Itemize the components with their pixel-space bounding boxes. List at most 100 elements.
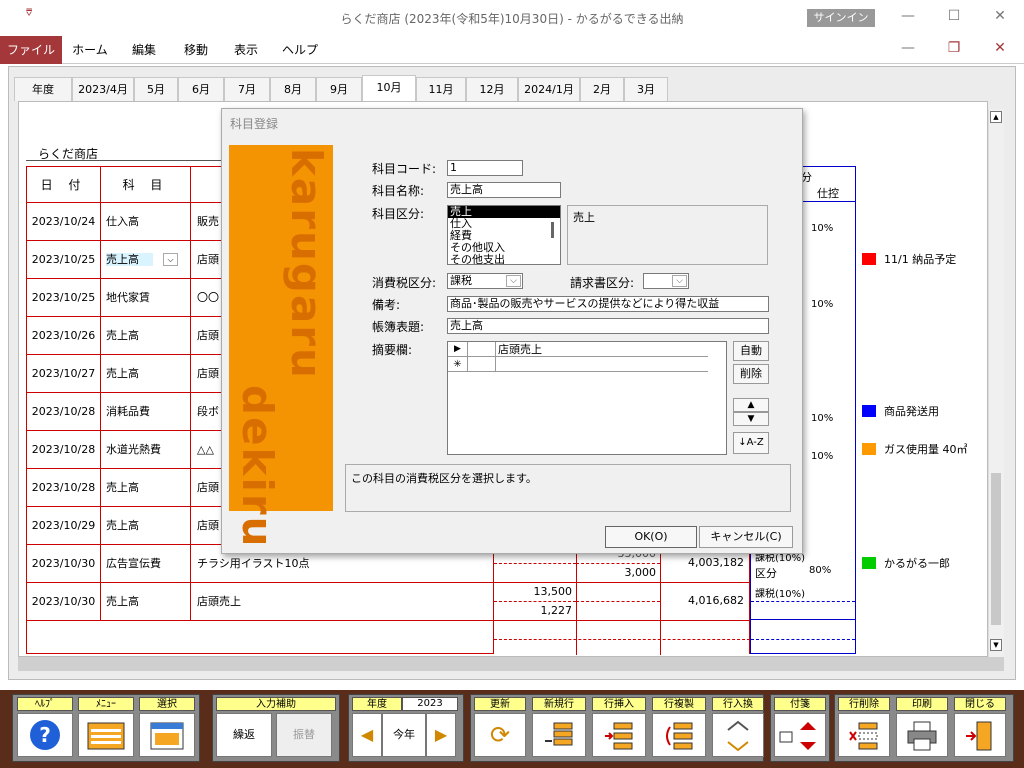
next-year-icon[interactable]: ▶ [426,713,456,757]
cell-item[interactable]: 地代家賃 [101,279,191,316]
move-up-icon[interactable]: ▲ [733,398,769,412]
amount-cell[interactable]: 1,227 [494,604,573,617]
sort-icon[interactable]: ↓A-Z [733,432,769,454]
new-row-button[interactable] [532,713,586,757]
sticky-note[interactable]: ガス使用量 40㎥ [862,441,982,457]
chevron-down-icon[interactable]: ⌵ [163,253,178,266]
code-field[interactable]: 1 [447,160,523,176]
sticky-button[interactable] [774,713,826,757]
cell-item[interactable]: 売上高 ⌵ [101,241,191,278]
scroll-down-icon[interactable]: ▼ [990,639,1002,651]
delete-row-button[interactable] [838,713,890,757]
row-selector-icon[interactable]: ▶ [448,342,468,357]
tab-year[interactable]: 年度 [14,77,72,101]
ok-button[interactable]: OK(O) [605,526,697,548]
prev-year-icon[interactable]: ◀ [352,713,382,757]
tab-8[interactable]: 8月 [270,77,316,101]
close-icon[interactable]: ✕ [988,6,1012,26]
help-button[interactable]: ? [17,713,73,757]
scroll-up-icon[interactable]: ▲ [990,111,1002,123]
cell-date[interactable]: 2023/10/30 [27,545,101,582]
vertical-scrollbar[interactable]: ▲ ▼ [988,109,1004,657]
print-button[interactable] [896,713,948,757]
cell-item[interactable]: 広告宣伝費 [101,545,191,582]
cell-date[interactable]: 2023/10/26 [27,317,101,354]
menu-button[interactable] [78,713,134,757]
tekiyo-grid[interactable]: ▶ 店頭売上 ✳ [447,341,727,455]
tab-view[interactable]: 表示 [222,36,270,64]
select-button[interactable] [139,713,195,757]
tab-11[interactable]: 11月 [416,77,466,101]
tab-7[interactable]: 7月 [224,77,270,101]
tab-6[interactable]: 6月 [178,77,224,101]
tab-9[interactable]: 9月 [316,77,362,101]
table-row[interactable]: 2023/10/30 売上高 店頭売上 [27,583,493,621]
copy-row-button[interactable] [652,713,706,757]
new-row[interactable]: ✳ [448,357,708,372]
sticky-note[interactable]: 商品発送用 [862,403,982,419]
cell-item[interactable]: 売上高 [101,317,191,354]
scroll-thumb[interactable] [991,473,1001,625]
tab-home[interactable]: ホーム [66,36,114,64]
invoice-select[interactable]: ⌵ [643,273,689,289]
delete-button[interactable]: 削除 [733,364,769,384]
cell-date[interactable]: 2023/10/29 [27,507,101,544]
cell-date[interactable]: 2023/10/28 [27,393,101,430]
tab-file[interactable]: ファイル [0,36,62,64]
move-down-icon[interactable]: ▼ [733,412,769,426]
tab-2024-1[interactable]: 2024/1月 [518,77,580,101]
this-year-button[interactable]: 今年 [382,713,426,757]
book-title-field[interactable]: 売上高 [447,318,769,334]
tab-2023-4[interactable]: 2023/4月 [72,77,134,101]
signin-button[interactable]: サインイン [807,9,875,27]
cell-item[interactable]: 仕入高 [101,203,191,240]
repeat-button[interactable]: 繰返 [216,713,272,757]
cell-item[interactable]: 売上高 [101,583,191,620]
cell-date[interactable]: 2023/10/28 [27,469,101,506]
list-item[interactable]: その他支出 [448,254,560,265]
cell-date[interactable]: 2023/10/30 [27,583,101,620]
tax-select[interactable]: 課税 ⌵ [447,273,523,289]
doc-close-icon[interactable]: ✕ [988,38,1012,58]
sticky-note[interactable]: 11/1 納品予定 [862,251,982,267]
cell-date[interactable]: 2023/10/24 [27,203,101,240]
cell-date[interactable]: 2023/10/25 [27,279,101,316]
list-scroll-thumb[interactable] [551,222,554,238]
table-row[interactable]: ▶ 店頭売上 [448,342,708,357]
cell-item[interactable]: 消耗品費 [101,393,191,430]
cell-item[interactable]: 売上高 [101,469,191,506]
chevron-down-icon[interactable]: ⌵ [506,275,521,287]
doc-restore-icon[interactable]: ❐ [942,38,966,58]
swap-row-button[interactable] [712,713,764,757]
cell-date[interactable]: 2023/10/27 [27,355,101,392]
sticky-note[interactable]: かるがる一郎 [862,555,982,571]
doc-minimize-icon[interactable]: — [896,38,920,58]
auto-button[interactable]: 自動 [733,341,769,361]
close-button[interactable] [954,713,1006,757]
transfer-button[interactable]: 振替 [276,713,332,757]
cell-date[interactable]: 2023/10/25 [27,241,101,278]
year-value[interactable]: 2023 [402,697,458,711]
tab-help[interactable]: ヘルプ [276,36,324,64]
amount-cell[interactable]: 13,500 [494,585,573,598]
insert-row-button[interactable] [592,713,646,757]
cell-item[interactable]: 売上高 [101,355,191,392]
chevron-down-icon[interactable]: ⌵ [672,275,687,287]
tab-5[interactable]: 5月 [134,77,178,101]
minimize-icon[interactable]: — [896,6,920,26]
tekiyo-cell[interactable]: 店頭売上 [498,342,542,357]
tab-2[interactable]: 2月 [580,77,624,101]
item-combo-value[interactable]: 売上高 [106,253,153,266]
tab-move[interactable]: 移動 [172,36,220,64]
tab-3[interactable]: 3月 [624,77,668,101]
name-field[interactable]: 売上高 [447,182,561,198]
refresh-icon[interactable]: ⟳ [474,713,526,757]
cancel-button[interactable]: キャンセル(C) [699,526,793,548]
tab-10[interactable]: 10月 [362,75,416,101]
tab-12[interactable]: 12月 [466,77,518,101]
note-field[interactable]: 商品･製品の販売やサービスの提供などにより得た収益 [447,296,769,312]
cell-item[interactable]: 売上高 [101,507,191,544]
amount-cell[interactable]: 3,000 [580,566,657,579]
kubun-listbox[interactable]: 売上 仕入 経費 その他収入 その他支出 [447,205,561,265]
cell-date[interactable]: 2023/10/28 [27,431,101,468]
